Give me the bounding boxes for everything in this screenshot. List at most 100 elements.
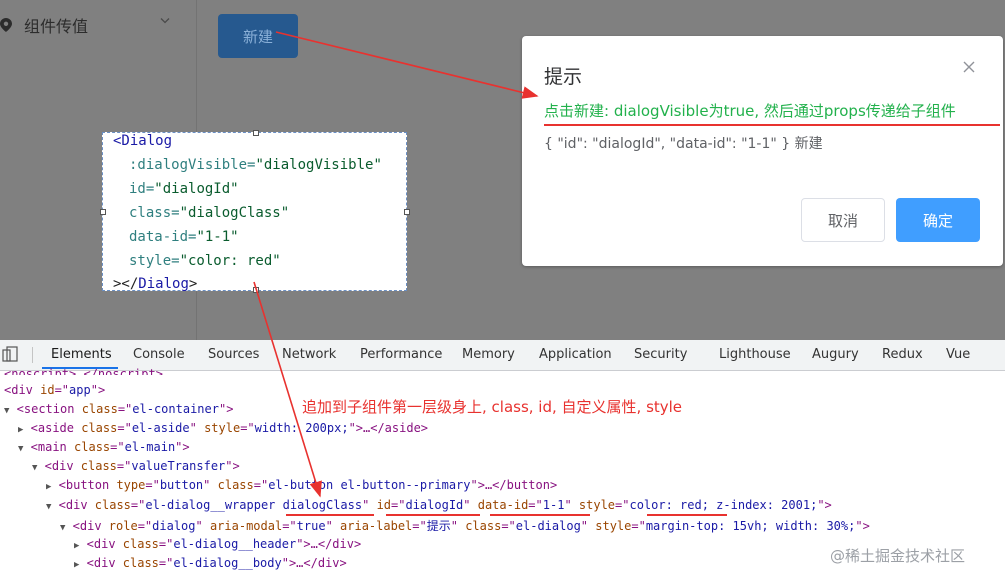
tab-application[interactable]: Application — [539, 347, 612, 362]
dom-node[interactable]: ▶ <aside class="el-aside" style="width: … — [18, 421, 428, 435]
dom-text: " — [195, 519, 210, 533]
tab-augury[interactable]: Augury — [812, 347, 859, 362]
expand-triangle-icon[interactable]: ▼ — [32, 463, 37, 473]
dom-text: app — [69, 383, 91, 397]
expand-triangle-icon[interactable]: ▼ — [60, 523, 65, 533]
collapse-triangle-icon[interactable]: ▶ — [74, 560, 79, 570]
dom-text: button — [159, 478, 204, 492]
dom-text: " — [362, 498, 377, 512]
confirm-button[interactable]: 确定 — [896, 198, 980, 242]
expand-triangle-icon[interactable]: ▼ — [46, 502, 51, 512]
annotation-underline — [386, 514, 480, 516]
dom-text: 1-1 — [542, 498, 565, 512]
dom-text: " — [463, 498, 478, 512]
dom-text: style — [204, 421, 241, 435]
tab-security[interactable]: Security — [634, 347, 687, 362]
dom-text: <aside — [30, 421, 82, 435]
code-line: class="dialogClass" — [129, 205, 289, 221]
dom-text: " — [203, 478, 218, 492]
dom-text: el-container — [132, 402, 219, 416]
code-line: :dialogVisible="dialogVisible" — [129, 157, 382, 173]
dom-text: role — [108, 519, 138, 533]
collapse-triangle-icon[interactable]: ▶ — [46, 482, 51, 492]
dom-node[interactable]: ▼ <main class="el-main"> — [18, 440, 190, 454]
dom-text: 提示 — [426, 519, 451, 533]
code-value: "dialogClass" — [179, 205, 290, 221]
code-line: ></Dialog> — [113, 276, 197, 292]
dom-text: aria-modal — [209, 519, 283, 533]
watermark: @稀土掘金技术社区 — [830, 547, 966, 565]
dom-text: <button — [58, 478, 117, 492]
code-value: "dialogVisible" — [255, 157, 382, 173]
dom-text: "> — [225, 459, 240, 473]
dom-text: aria-label — [340, 519, 413, 533]
new-button[interactable]: 新建 — [218, 14, 298, 58]
code-attr: style= — [129, 253, 180, 269]
dom-text: <section — [16, 402, 82, 416]
dom-text: =" — [631, 519, 646, 533]
dom-node[interactable]: ▼ <div role="dialog" aria-modal="true" a… — [60, 517, 870, 534]
dom-text: "> — [817, 498, 832, 512]
tab-separator — [32, 347, 33, 363]
expand-triangle-icon[interactable]: ▼ — [4, 406, 9, 416]
device-toolbar-icon[interactable] — [2, 346, 18, 362]
resize-handle[interactable] — [100, 209, 106, 215]
code-line: style="color: red" — [129, 253, 281, 269]
code-tag: <Dialog — [113, 133, 173, 149]
tab-console[interactable]: Console — [133, 347, 185, 362]
dom-text: el-button el-button--primary — [268, 478, 471, 492]
chevron-down-icon — [160, 18, 170, 24]
cancel-button[interactable]: 取消 — [801, 198, 885, 242]
dom-text: color: red; z-index: 2001; — [629, 498, 818, 512]
dom-text: =" — [158, 556, 174, 570]
dom-text: class — [74, 440, 111, 454]
tab-vue[interactable]: Vue — [946, 347, 970, 362]
dom-text: =" — [240, 421, 255, 435]
close-icon[interactable] — [962, 60, 976, 74]
dom-text: valueTransfer — [131, 459, 226, 473]
dom-text: =" — [130, 498, 146, 512]
collapse-triangle-icon[interactable]: ▶ — [18, 425, 23, 435]
dom-text: dialogId — [405, 498, 464, 512]
dom-node[interactable]: ▶ <button type="button" class="el-button… — [46, 478, 557, 492]
tab-elements[interactable]: Elements — [51, 347, 112, 362]
dom-node[interactable]: ▼ <section class="el-container"> — [4, 402, 233, 416]
dom-text: width: 200px; — [254, 421, 349, 435]
dom-text: " — [564, 498, 579, 512]
dom-node[interactable]: ▼ <div class="valueTransfer"> — [32, 459, 240, 473]
dom-text: =" — [110, 440, 125, 454]
dom-text: =" — [615, 498, 630, 512]
dom-node[interactable]: <noscript>…</noscript> — [4, 367, 163, 375]
annotation-text: 追加到子组件第一层级身上, class, id, 自定义属性, style — [302, 398, 683, 416]
resize-handle[interactable] — [253, 287, 259, 293]
tab-lighthouse[interactable]: Lighthouse — [719, 347, 791, 362]
annotation-underline — [544, 124, 1000, 126]
code-attr: :dialogVisible= — [129, 157, 256, 173]
resize-handle[interactable] — [404, 209, 410, 215]
code-tag: Dialog — [138, 276, 189, 292]
tab-performance[interactable]: Performance — [360, 347, 442, 362]
dom-text: el-aside — [131, 421, 190, 435]
dom-node[interactable]: ▼ <div class="el-dialog__wrapper dialogC… — [46, 498, 832, 512]
tab-memory[interactable]: Memory — [462, 347, 515, 362]
dom-node[interactable]: ▶ <div class="el-dialog__body">…</div> — [74, 556, 347, 570]
sidebar-item-label: 组件传值 — [24, 17, 89, 36]
sidebar-item-value-transfer[interactable]: 组件传值 — [0, 0, 196, 50]
dom-text: <div — [72, 519, 109, 533]
resize-handle[interactable] — [253, 130, 259, 136]
dom-text: class — [80, 459, 117, 473]
code-punct: ></ — [113, 276, 139, 292]
dom-node[interactable]: ▶ <div class="el-dialog__header">…</div> — [74, 537, 361, 551]
dom-text: true — [296, 519, 326, 533]
dom-text: =" — [117, 402, 133, 416]
tab-sources[interactable]: Sources — [208, 347, 259, 362]
collapse-triangle-icon[interactable]: ▶ — [74, 541, 79, 551]
tab-redux[interactable]: Redux — [882, 347, 923, 362]
dom-text: el-dialog — [515, 519, 581, 533]
dialog-body-text: { "id": "dialogId", "data-id": "1-1" } 新… — [544, 136, 823, 152]
dom-node[interactable]: <div id="app"> — [4, 383, 105, 397]
code-attr: class= — [129, 205, 180, 221]
expand-triangle-icon[interactable]: ▼ — [18, 444, 23, 454]
tab-network[interactable]: Network — [282, 347, 336, 362]
dom-text: "> — [90, 383, 106, 397]
